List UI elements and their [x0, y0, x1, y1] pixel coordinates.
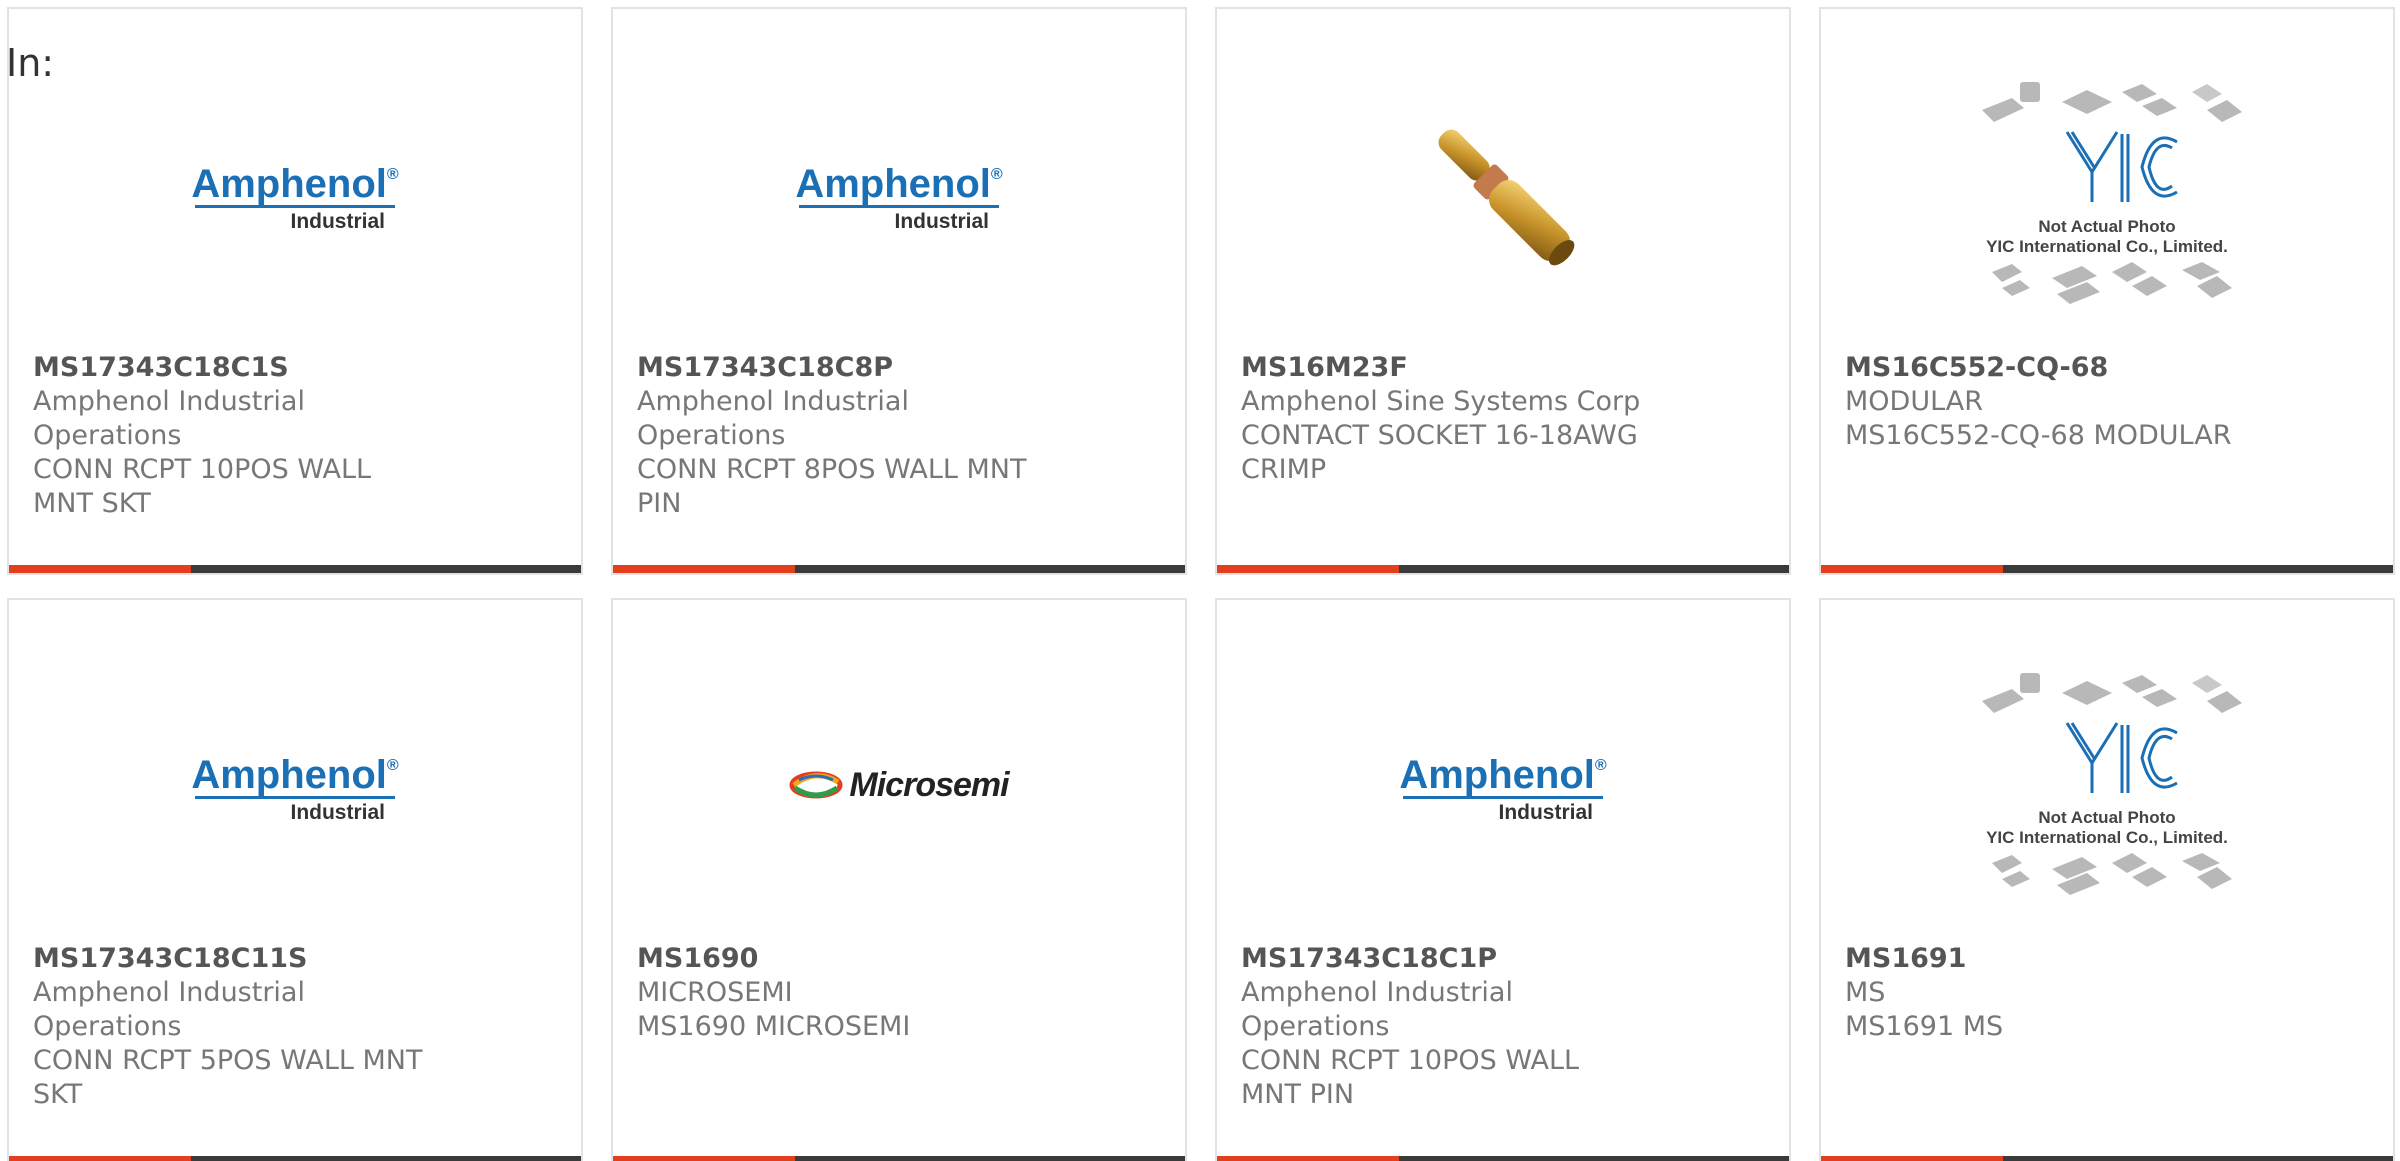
manufacturer: MODULAR	[1845, 386, 1983, 417]
product-card[interactable]: Amphenol® Industrial MS17343C18C11S Amph…	[7, 598, 583, 1161]
chip-icons	[1982, 81, 2242, 304]
card-bottom-bar	[9, 565, 581, 573]
description: MS16C552-CQ-68 MODULAR	[1845, 420, 2232, 451]
card-bottom-bar	[1217, 565, 1789, 573]
product-grid-page: In: Amphenol® Industrial MS17343C18C1S A…	[0, 0, 2400, 1161]
part-number[interactable]: MS1690	[637, 942, 1037, 976]
card-bottom-bar	[1821, 565, 2393, 573]
product-image[interactable]: Amphenol® Industrial	[9, 39, 581, 349]
product-image[interactable]: Amphenol® Industrial	[613, 39, 1185, 349]
yic-placeholder: Not Actual Photo YIC International Co., …	[1972, 663, 2242, 908]
amphenol-logo: Amphenol® Industrial	[1399, 753, 1607, 824]
contact-socket-photo	[1438, 129, 1575, 266]
product-image[interactable]: Amphenol® Industrial	[1217, 630, 1789, 940]
product-card[interactable]: MS16M23F Amphenol Sine Systems Corp CONT…	[1215, 7, 1791, 575]
amphenol-logo: Amphenol® Industrial	[795, 162, 1003, 233]
card-bottom-bar	[1217, 1156, 1789, 1161]
card-bottom-bar	[613, 1156, 1185, 1161]
description: CONN RCPT 10POS WALL MNT PIN	[1241, 1045, 1580, 1110]
caption-line-2: YIC International Co., Limited.	[1986, 236, 2228, 256]
card-bottom-bar	[9, 1156, 581, 1161]
part-number[interactable]: MS1691	[1845, 942, 2245, 976]
description: MS1690 MICROSEMI	[637, 1011, 911, 1042]
part-number[interactable]: MS16M23F	[1241, 351, 1641, 385]
product-image[interactable]: Amphenol® Industrial	[9, 630, 581, 940]
amphenol-logo: Amphenol® Industrial	[191, 753, 399, 824]
manufacturer: Amphenol Industrial Operations	[33, 977, 305, 1042]
part-number[interactable]: MS17343C18C1S	[33, 351, 433, 385]
card-bottom-bar	[1821, 1156, 2393, 1161]
description: MS1691 MS	[1845, 1011, 2004, 1042]
product-card[interactable]: Amphenol® Industrial MS17343C18C8P Amphe…	[611, 7, 1187, 575]
part-number[interactable]: MS17343C18C1P	[1241, 942, 1641, 976]
manufacturer: Amphenol Industrial Operations	[33, 386, 305, 451]
product-card[interactable]: Not Actual Photo YIC International Co., …	[1819, 598, 2395, 1161]
description: CONN RCPT 5POS WALL MNT SKT	[33, 1045, 423, 1110]
chip-icons	[1982, 672, 2242, 895]
part-number[interactable]: MS17343C18C8P	[637, 351, 1037, 385]
part-number[interactable]: MS17343C18C11S	[33, 942, 433, 976]
description: CONN RCPT 10POS WALL MNT SKT	[33, 454, 372, 519]
microsemi-logo: Microsemi	[789, 766, 1010, 805]
product-image[interactable]	[1217, 39, 1789, 349]
in-label: In:	[6, 41, 55, 85]
manufacturer: MICROSEMI	[637, 977, 793, 1008]
microsemi-swirl-icon	[789, 771, 843, 799]
part-number[interactable]: MS16C552-CQ-68	[1845, 351, 2245, 385]
amphenol-logo: Amphenol® Industrial	[191, 162, 399, 233]
card-bottom-bar	[613, 565, 1185, 573]
manufacturer: MS	[1845, 977, 1886, 1008]
description: CONN RCPT 8POS WALL MNT PIN	[637, 454, 1027, 519]
manufacturer: Amphenol Sine Systems Corp	[1241, 386, 1641, 417]
product-card[interactable]: Microsemi MS1690 MICROSEMI MS1690 MICROS…	[611, 598, 1187, 1161]
product-card[interactable]: Amphenol® Industrial MS17343C18C1P Amphe…	[1215, 598, 1791, 1161]
yic-placeholder: Not Actual Photo YIC International Co., …	[1972, 72, 2242, 317]
manufacturer: Amphenol Industrial Operations	[637, 386, 909, 451]
description: CONTACT SOCKET 16-18AWG CRIMP	[1241, 420, 1638, 485]
product-card[interactable]: Amphenol® Industrial MS17343C18C1S Amphe…	[7, 7, 583, 575]
caption-line-2: YIC International Co., Limited.	[1986, 827, 2228, 847]
product-image[interactable]: Not Actual Photo YIC International Co., …	[1821, 630, 2393, 940]
product-image[interactable]: Microsemi	[613, 630, 1185, 940]
product-card[interactable]: Not Actual Photo YIC International Co., …	[1819, 7, 2395, 575]
manufacturer: Amphenol Industrial Operations	[1241, 977, 1513, 1042]
product-image[interactable]: Not Actual Photo YIC International Co., …	[1821, 39, 2393, 349]
